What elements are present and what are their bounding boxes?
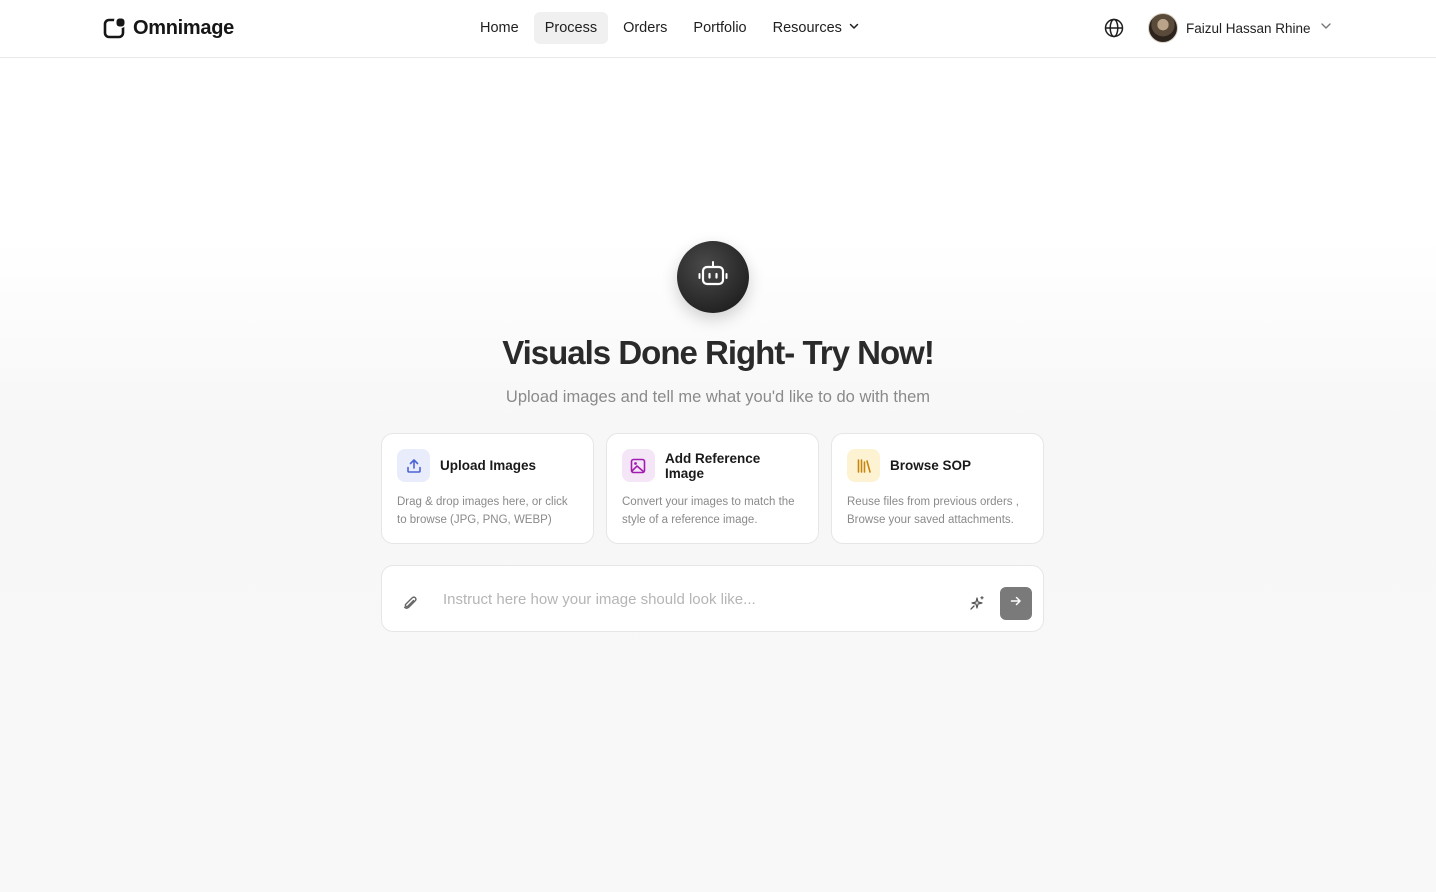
card-description: Convert your images to match the style o… — [622, 493, 803, 529]
add-reference-image-card[interactable]: Add Reference Image Convert your images … — [606, 433, 819, 544]
card-header: Browse SOP — [847, 449, 1028, 482]
chevron-down-icon — [848, 20, 860, 36]
nav-label: Portfolio — [693, 20, 747, 36]
nav-resources[interactable]: Resources — [762, 12, 871, 44]
prompt-box — [381, 565, 1044, 632]
page-title: Visuals Done Right- Try Now! — [502, 334, 935, 371]
card-header: Upload Images — [397, 449, 578, 482]
nav-portfolio[interactable]: Portfolio — [682, 12, 757, 44]
nav-label: Resources — [772, 20, 842, 36]
nav-label: Process — [544, 20, 598, 36]
instruction-input[interactable] — [443, 588, 943, 610]
top-navbar: Omnimage Home Process Orders Portfolio R… — [0, 0, 1436, 58]
magic-sparkle-icon[interactable] — [968, 594, 986, 612]
image-icon — [622, 449, 655, 482]
send-button[interactable] — [1000, 587, 1032, 620]
chevron-down-icon — [1319, 19, 1333, 38]
browse-sop-card[interactable]: Browse SOP Reuse files from previous ord… — [831, 433, 1044, 544]
card-desc-line: Reuse files from previous orders , — [847, 496, 1019, 508]
card-description: Reuse files from previous orders , Brows… — [847, 493, 1028, 529]
bot-avatar — [677, 241, 749, 313]
brand-name: Omnimage — [133, 16, 234, 39]
card-desc-line: Drag & drop images here, or click — [397, 496, 568, 508]
card-desc-line: Convert your images to match the — [622, 496, 795, 508]
card-description: Drag & drop images here, or click to bro… — [397, 493, 578, 529]
nav-label: Orders — [623, 20, 668, 36]
card-header: Add Reference Image — [622, 449, 803, 482]
library-icon — [847, 449, 880, 482]
card-desc-line: Browse your saved attachments. — [847, 514, 1014, 526]
upload-images-card[interactable]: Upload Images Drag & drop images here, o… — [381, 433, 594, 544]
nav-process[interactable]: Process — [533, 12, 609, 44]
omnimage-logo-icon — [103, 16, 127, 40]
nav-orders[interactable]: Orders — [612, 12, 678, 44]
card-title: Upload Images — [440, 458, 537, 473]
brand-logo[interactable]: Omnimage — [103, 15, 234, 41]
card-title: Add Reference Image — [664, 450, 761, 481]
user-menu[interactable]: Faizul Hassan Rhine — [1148, 13, 1333, 43]
avatar — [1148, 13, 1178, 43]
action-cards: Upload Images Drag & drop images here, o… — [381, 433, 1044, 544]
page-subtitle: Upload images and tell me what you'd lik… — [505, 388, 931, 406]
card-desc-line: to browse (JPG, PNG, WEBP) — [397, 514, 552, 526]
user-name: Faizul Hassan Rhine — [1186, 20, 1311, 36]
robot-icon — [696, 258, 730, 297]
nav-home[interactable]: Home — [469, 12, 530, 44]
upload-icon — [397, 449, 430, 482]
card-title: Browse SOP — [890, 458, 972, 473]
card-desc-line: style of a reference image. — [622, 514, 758, 526]
main-nav: Home Process Orders Portfolio Resources — [469, 12, 871, 44]
paperclip-icon[interactable] — [401, 594, 419, 612]
arrow-right-icon — [1009, 594, 1023, 613]
nav-label: Home — [480, 20, 519, 36]
language-globe-icon[interactable] — [1102, 16, 1126, 40]
